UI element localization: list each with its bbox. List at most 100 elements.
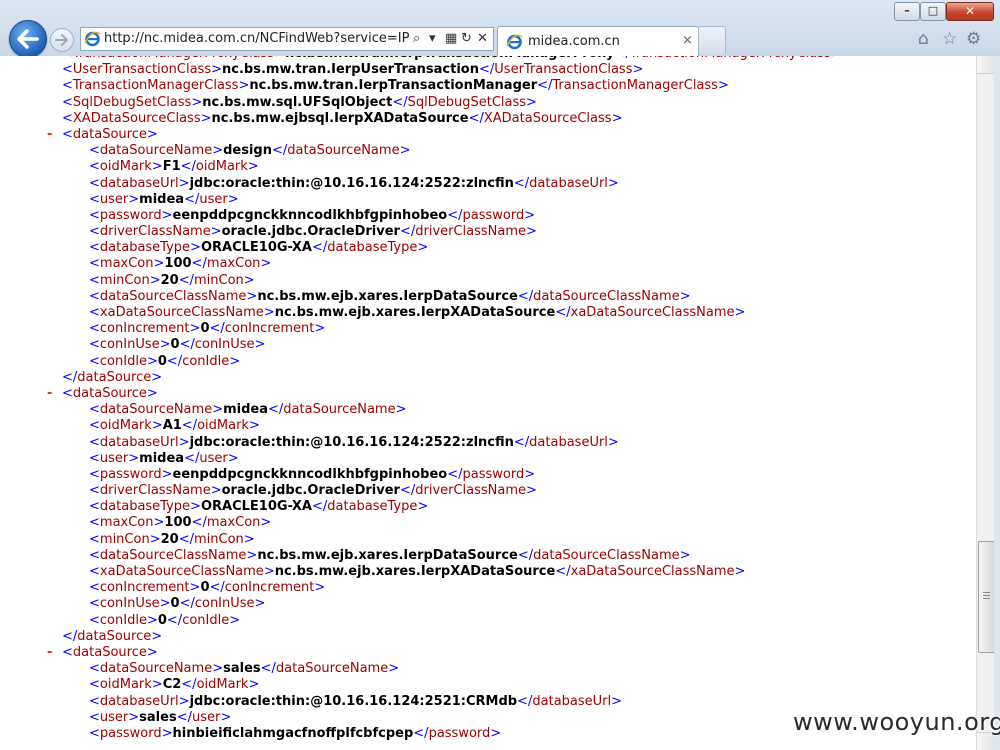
xml-tag-name: password <box>462 207 525 223</box>
tag-bracket: > <box>274 56 285 61</box>
tag-bracket: < <box>89 499 100 515</box>
tag-bracket: </ <box>166 353 183 369</box>
scroll-up-button[interactable] <box>977 56 995 74</box>
collapse-toggle[interactable]: - <box>47 127 52 143</box>
tag-bracket: < <box>89 725 100 741</box>
tag-bracket: </ <box>179 337 195 353</box>
new-tab-button[interactable] <box>698 26 726 54</box>
ie-logo-icon <box>506 34 523 50</box>
xml-value: 0 <box>170 337 180 353</box>
address-dropdown-icon[interactable]: ▾ <box>429 31 436 47</box>
xml-tag-name: oidMark <box>196 677 249 693</box>
tools-gear-icon[interactable]: ⚙ <box>966 30 981 48</box>
tab-midea[interactable]: midea.com.cn × <box>497 26 699 57</box>
tag-bracket: > <box>190 499 201 515</box>
xml-value: 0 <box>157 612 167 628</box>
xml-tag-name: XADataSourceClass <box>72 110 201 126</box>
tag-bracket: </ <box>209 321 225 337</box>
stop-icon[interactable]: ✕ <box>477 31 488 47</box>
xml-tag-name: databaseUrl <box>99 693 179 709</box>
tag-bracket: </ <box>513 434 530 450</box>
tag-bracket: > <box>149 531 161 547</box>
tag-bracket: </ <box>517 547 534 563</box>
tag-bracket: > <box>399 143 411 159</box>
tag-bracket: > <box>526 224 537 240</box>
minimize-button[interactable]: – <box>894 2 920 21</box>
xml-tag-name: databaseType <box>99 499 191 515</box>
xml-line: <minCon>20</minCon> <box>0 532 976 548</box>
xml-tag-name: UserTransactionClass <box>72 62 212 78</box>
tag-bracket: > <box>314 580 326 596</box>
xml-tag-name: password <box>99 207 162 223</box>
tag-bracket: > <box>146 126 158 142</box>
xml-line: <conIncrement>0</conIncrement> <box>0 321 976 337</box>
tag-bracket: </ <box>178 531 194 547</box>
xml-line: <user>midea</user> <box>0 192 976 208</box>
xml-value: nc.bs.mw.ejb.xares.IerpXADataSource <box>274 305 556 320</box>
tag-bracket: < <box>89 288 100 304</box>
tag-bracket: > <box>178 434 190 450</box>
scroll-thumb[interactable] <box>978 541 995 653</box>
tab-close-icon[interactable]: × <box>682 33 693 48</box>
xml-value: ORACLE10G-XA <box>200 240 312 256</box>
tag-bracket: < <box>89 224 100 240</box>
tag-bracket: < <box>89 450 100 466</box>
tag-bracket: > <box>210 224 222 240</box>
xml-tag-name: maxCon <box>206 515 261 531</box>
tag-bracket: < <box>89 515 100 531</box>
tag-bracket: </ <box>517 288 534 304</box>
compatibility-icon[interactable]: ▦ <box>445 31 457 47</box>
tag-bracket: < <box>62 385 73 401</box>
tag-bracket: < <box>89 466 100 482</box>
home-icon[interactable]: ⌂ <box>918 30 929 48</box>
watermark: www.wooyun.org <box>793 708 1000 736</box>
xml-tag-name: dataSourceClassName <box>533 288 680 304</box>
xml-line[interactable]: - <dataSource> <box>0 386 976 402</box>
tag-bracket: > <box>229 353 241 369</box>
xml-tag-name: conIdle <box>99 612 147 628</box>
xml-tag-name: databaseUrl <box>532 693 612 709</box>
xml-line: <XADataSourceClass>nc.bs.mw.ejbsql.IerpX… <box>0 111 976 127</box>
tag-bracket: </ <box>513 175 530 191</box>
xml-tag-name: databaseUrl <box>99 434 179 450</box>
tag-bracket: < <box>89 191 100 207</box>
address-bar[interactable]: http://nc.midea.com.cn/NCFindWeb?service… <box>80 27 494 51</box>
xml-tag-name: TransactionManagerProxyClass <box>630 56 831 61</box>
xml-tag-name: SqlDebugSetClass <box>72 94 192 110</box>
xml-line: <oidMark>F1</oidMark> <box>0 159 976 175</box>
xml-tag-name: driverClassName <box>415 483 527 499</box>
tag-bracket: </ <box>555 305 571 320</box>
tag-bracket: </ <box>399 224 416 240</box>
xml-value: sales <box>139 709 177 725</box>
tag-bracket: < <box>62 78 73 94</box>
xml-tag-name: conIdle <box>182 353 230 369</box>
tag-bracket: > <box>146 353 158 369</box>
refresh-icon[interactable]: ↻ <box>461 31 472 47</box>
tag-bracket: > <box>248 418 260 434</box>
maximize-button[interactable]: □ <box>920 2 946 21</box>
tag-bracket: > <box>243 272 255 288</box>
xml-value: nc.bs.mw.sql.UFSqlObject <box>202 94 393 110</box>
xml-line[interactable]: - <dataSource> <box>0 127 976 143</box>
collapse-toggle[interactable]: - <box>47 645 52 661</box>
favorites-star-icon[interactable]: ☆ <box>942 30 957 48</box>
collapse-toggle[interactable]: - <box>47 386 52 402</box>
back-button[interactable] <box>9 20 47 58</box>
tag-bracket: > <box>178 175 190 191</box>
xml-line[interactable]: - <dataSource> <box>0 645 976 661</box>
xml-tag-name: xaDataSourceClassName <box>570 564 735 579</box>
address-url[interactable]: http://nc.midea.com.cn/NCFindWeb?service… <box>104 31 409 46</box>
xml-tag-name: conIncrement <box>99 321 190 337</box>
forward-button[interactable] <box>50 28 74 52</box>
xml-line: <maxCon>100</maxCon> <box>0 515 976 531</box>
xml-line: <driverClassName>oracle.jdbc.OracleDrive… <box>0 483 976 499</box>
close-window-button[interactable]: ✕ <box>946 2 994 21</box>
xml-line: <conIncrement>0</conIncrement> <box>0 580 976 596</box>
vertical-scrollbar[interactable] <box>976 56 995 750</box>
xml-tag-name: driverClassName <box>99 483 211 499</box>
search-icon[interactable]: ⌕ <box>413 31 420 47</box>
xml-value: 20 <box>160 272 179 288</box>
tag-bracket: < <box>89 353 100 369</box>
tag-bracket: </ <box>413 725 429 741</box>
browser-chrome: http://nc.midea.com.cn/NCFindWeb?service… <box>0 0 1000 58</box>
